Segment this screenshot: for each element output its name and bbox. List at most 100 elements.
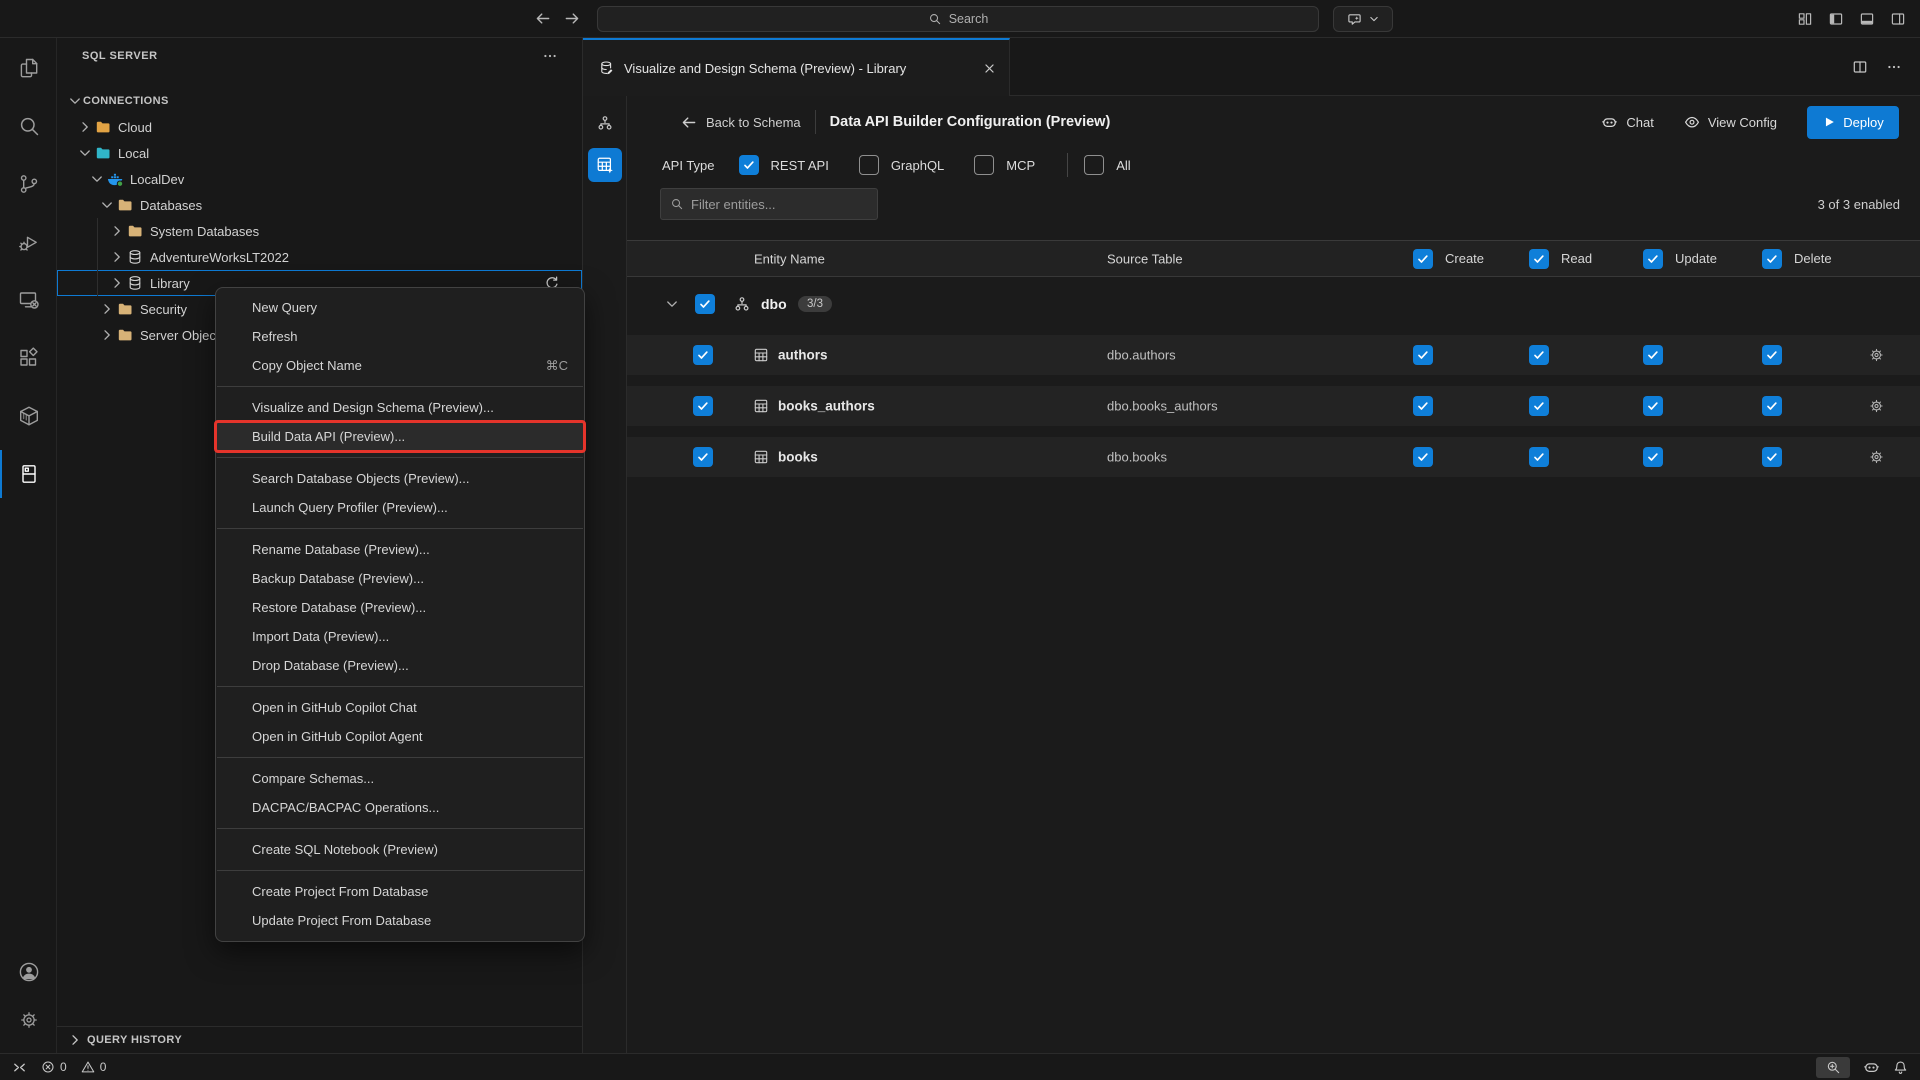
entity-settings-icon[interactable] bbox=[1868, 449, 1885, 466]
api-type-all-checkbox[interactable] bbox=[1084, 155, 1104, 175]
api-type-mcp-checkbox[interactable] bbox=[974, 155, 994, 175]
activity-item-search[interactable] bbox=[0, 102, 57, 150]
crud-header-update-checkbox[interactable] bbox=[1643, 249, 1663, 269]
crud-header-read-checkbox[interactable] bbox=[1529, 249, 1549, 269]
filter-entities-input[interactable] bbox=[691, 197, 868, 212]
menu-item-update-project-from-database[interactable]: Update Project From Database bbox=[216, 906, 584, 935]
books-create-checkbox[interactable] bbox=[1413, 447, 1433, 467]
more-actions-icon[interactable] bbox=[542, 48, 558, 64]
more-actions-icon[interactable] bbox=[1886, 59, 1902, 75]
toggle-panel-icon[interactable] bbox=[1859, 11, 1875, 27]
activity-item-account[interactable] bbox=[0, 948, 57, 996]
problems-errors[interactable]: 0 bbox=[41, 1060, 67, 1074]
tree-item-databases[interactable]: Databases bbox=[57, 192, 582, 218]
chevron-down-icon[interactable] bbox=[664, 296, 680, 312]
menu-item-label: Refresh bbox=[252, 329, 298, 344]
menu-item-dacpac-bacpac-operations[interactable]: DACPAC/BACPAC Operations... bbox=[216, 793, 584, 822]
activity-item-source-control[interactable] bbox=[0, 160, 57, 208]
toggle-secondary-sidebar-icon[interactable] bbox=[1890, 11, 1906, 27]
customize-layout-icon[interactable] bbox=[1797, 11, 1813, 27]
activity-item-containers[interactable] bbox=[0, 392, 57, 440]
entity-books-authors-checkbox[interactable] bbox=[693, 396, 713, 416]
activity-item-extensions[interactable] bbox=[0, 334, 57, 382]
dbo-group-checkbox[interactable] bbox=[695, 294, 715, 314]
history-back-button[interactable] bbox=[534, 10, 551, 27]
menu-item-restore-database-preview[interactable]: Restore Database (Preview)... bbox=[216, 593, 584, 622]
menu-item-backup-database-preview[interactable]: Backup Database (Preview)... bbox=[216, 564, 584, 593]
authors-update-checkbox[interactable] bbox=[1643, 345, 1663, 365]
command-center-search[interactable]: Search bbox=[597, 6, 1319, 32]
entity-row-books[interactable]: booksdbo.books bbox=[627, 437, 1920, 477]
tree-item-adventureworkslt2022[interactable]: AdventureWorksLT2022 bbox=[57, 244, 582, 270]
history-forward-button[interactable] bbox=[564, 10, 581, 27]
split-editor-icon[interactable] bbox=[1852, 59, 1868, 75]
menu-item-compare-schemas[interactable]: Compare Schemas... bbox=[216, 764, 584, 793]
authors-delete-checkbox[interactable] bbox=[1762, 345, 1782, 365]
chat-button[interactable]: Chat bbox=[1601, 114, 1653, 131]
problems-warnings[interactable]: 0 bbox=[81, 1060, 107, 1074]
entity-row-authors[interactable]: authorsdbo.authors bbox=[627, 335, 1920, 375]
authors-create-checkbox[interactable] bbox=[1413, 345, 1433, 365]
entity-books-checkbox[interactable] bbox=[693, 447, 713, 467]
tree-item-localdev[interactable]: LocalDev bbox=[57, 166, 582, 192]
crud-header-delete-checkbox[interactable] bbox=[1762, 249, 1782, 269]
activity-item-explorer[interactable] bbox=[0, 44, 57, 92]
toggle-primary-sidebar-icon[interactable] bbox=[1828, 11, 1844, 27]
filter-entities-box[interactable] bbox=[660, 188, 878, 220]
books-authors-delete-checkbox[interactable] bbox=[1762, 396, 1782, 416]
schema-group-row-dbo[interactable]: dbo 3/3 bbox=[627, 281, 1920, 327]
bell-icon[interactable] bbox=[1893, 1060, 1908, 1075]
books-authors-update-checkbox[interactable] bbox=[1643, 396, 1663, 416]
menu-item-drop-database-preview[interactable]: Drop Database (Preview)... bbox=[216, 651, 584, 680]
menu-item-copy-object-name[interactable]: Copy Object Name⌘C bbox=[216, 351, 584, 380]
tree-item-connections[interactable]: CONNECTIONS bbox=[57, 88, 582, 114]
copilot-icon[interactable] bbox=[1863, 1059, 1880, 1076]
menu-item-new-query[interactable]: New Query bbox=[216, 293, 584, 322]
books-delete-checkbox[interactable] bbox=[1762, 447, 1782, 467]
activity-item-sql-server[interactable] bbox=[0, 450, 57, 498]
menu-item-build-data-api-preview[interactable]: Build Data API (Preview)... bbox=[216, 422, 584, 451]
tree-item-local[interactable]: Local bbox=[57, 140, 582, 166]
folder-local-icon bbox=[93, 145, 112, 161]
copilot-chat-button[interactable] bbox=[1333, 6, 1393, 32]
entity-authors-checkbox[interactable] bbox=[693, 345, 713, 365]
books-update-checkbox[interactable] bbox=[1643, 447, 1663, 467]
data-api-builder-button[interactable] bbox=[588, 148, 622, 182]
menu-item-refresh[interactable]: Refresh bbox=[216, 322, 584, 351]
view-config-button[interactable]: View Config bbox=[1684, 114, 1777, 130]
menu-item-rename-database-preview[interactable]: Rename Database (Preview)... bbox=[216, 535, 584, 564]
tree-item-cloud[interactable]: Cloud bbox=[57, 114, 582, 140]
menu-item-label: Copy Object Name bbox=[252, 358, 362, 373]
api-type-graphql-checkbox[interactable] bbox=[859, 155, 879, 175]
crud-header-create-checkbox[interactable] bbox=[1413, 249, 1433, 269]
deploy-button[interactable]: Deploy bbox=[1807, 106, 1899, 139]
entity-settings-icon[interactable] bbox=[1868, 347, 1885, 364]
menu-item-open-in-github-copilot-agent[interactable]: Open in GitHub Copilot Agent bbox=[216, 722, 584, 751]
activity-item-run-debug[interactable] bbox=[0, 218, 57, 266]
entity-row-books-authors[interactable]: books_authorsdbo.books_authors bbox=[627, 386, 1920, 426]
query-history-section[interactable]: QUERY HISTORY bbox=[57, 1026, 582, 1053]
menu-item-create-sql-notebook-preview[interactable]: Create SQL Notebook (Preview) bbox=[216, 835, 584, 864]
menu-item-search-database-objects-preview[interactable]: Search Database Objects (Preview)... bbox=[216, 464, 584, 493]
activity-item-remote-explorer[interactable] bbox=[0, 276, 57, 324]
schema-diagram-button[interactable] bbox=[588, 106, 622, 140]
tab-visualize-design-schema[interactable]: Visualize and Design Schema (Preview) - … bbox=[583, 38, 1010, 96]
menu-item-launch-query-profiler-preview[interactable]: Launch Query Profiler (Preview)... bbox=[216, 493, 584, 522]
menu-item-visualize-and-design-schema-preview[interactable]: Visualize and Design Schema (Preview)... bbox=[216, 393, 584, 422]
back-to-schema-button[interactable]: Back to Schema bbox=[680, 114, 801, 131]
books-authors-create-checkbox[interactable] bbox=[1413, 396, 1433, 416]
books-read-checkbox[interactable] bbox=[1529, 447, 1549, 467]
menu-item-import-data-preview[interactable]: Import Data (Preview)... bbox=[216, 622, 584, 651]
menu-item-create-project-from-database[interactable]: Create Project From Database bbox=[216, 877, 584, 906]
tree-item-system-databases[interactable]: System Databases bbox=[57, 218, 582, 244]
close-icon[interactable] bbox=[982, 61, 997, 76]
api-type-rest-api-checkbox[interactable] bbox=[739, 155, 759, 175]
menu-separator bbox=[217, 528, 583, 529]
menu-item-open-in-github-copilot-chat[interactable]: Open in GitHub Copilot Chat bbox=[216, 693, 584, 722]
zoom-in-button[interactable] bbox=[1816, 1057, 1850, 1078]
authors-read-checkbox[interactable] bbox=[1529, 345, 1549, 365]
remote-indicator-icon[interactable] bbox=[12, 1060, 27, 1075]
books-authors-read-checkbox[interactable] bbox=[1529, 396, 1549, 416]
activity-item-settings[interactable] bbox=[0, 996, 57, 1044]
entity-settings-icon[interactable] bbox=[1868, 398, 1885, 415]
